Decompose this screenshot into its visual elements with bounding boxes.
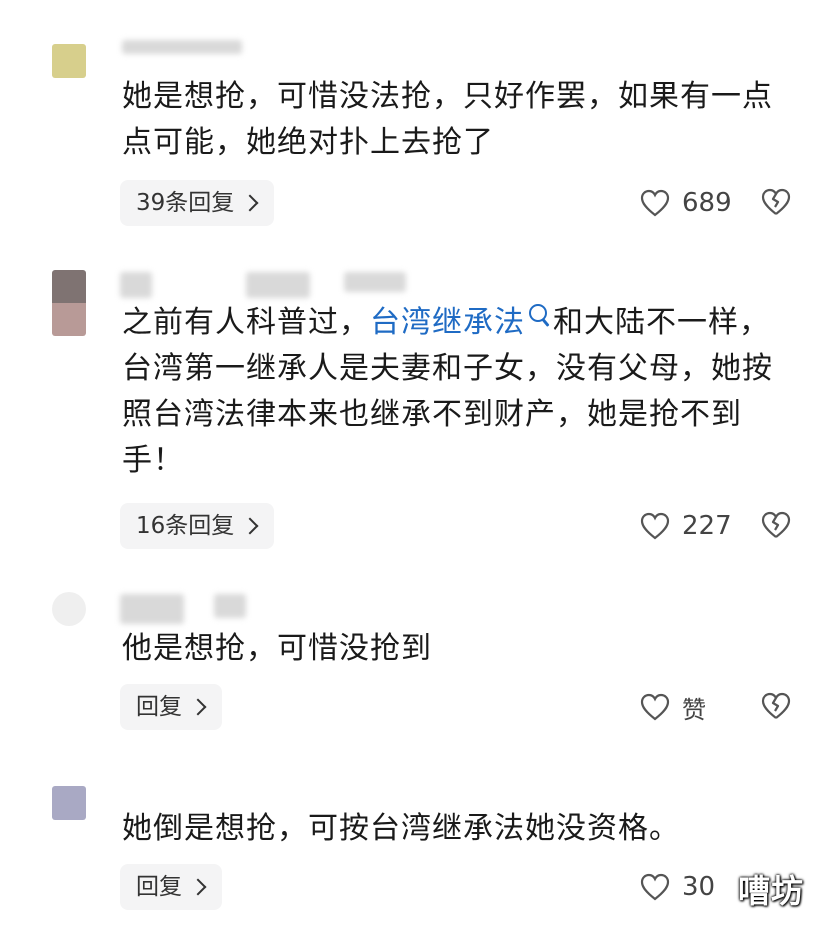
chevron-right-icon	[241, 194, 259, 212]
view-replies-button[interactable]: 39条回复	[120, 180, 275, 226]
like-button[interactable]: 227	[640, 506, 732, 546]
comment-text: 之前有人科普过，台湾继承法 和大陆不一样，台湾第一继承人是夫妻和子女，没有父母，她…	[122, 300, 782, 484]
search-icon	[529, 304, 547, 322]
username-blurred[interactable]	[122, 40, 242, 54]
heart-icon	[640, 873, 670, 901]
username-blurred[interactable]	[120, 594, 184, 624]
reply-label: 回复	[136, 874, 182, 900]
reply-label: 16条回复	[136, 513, 235, 539]
watermark: 嘈坊	[738, 872, 805, 910]
like-count: 227	[682, 511, 732, 541]
keyword-link-label: 台湾继承法	[370, 305, 525, 340]
broken-heart-icon[interactable]	[760, 691, 792, 721]
like-count: 30	[682, 872, 716, 902]
comment-text: 她倒是想抢，可按台湾继承法她没资格。	[122, 811, 680, 846]
chevron-right-icon	[241, 517, 259, 535]
avatar[interactable]	[52, 44, 86, 78]
reply-button[interactable]: 回复	[120, 684, 222, 730]
username-blurred[interactable]	[246, 272, 310, 298]
heart-icon	[640, 189, 670, 217]
heart-icon	[640, 512, 670, 540]
like-button[interactable]: 30	[640, 867, 715, 907]
comment-text: 她是想抢，可惜没法抢，只好作罢，如果有一点点可能，她绝对扑上去抢了	[122, 79, 773, 160]
reply-button[interactable]: 回复	[120, 864, 222, 910]
chevron-right-icon	[189, 698, 207, 716]
keyword-link[interactable]: 台湾继承法	[370, 304, 553, 340]
like-button[interactable]: 赞	[640, 687, 706, 727]
username-blurred[interactable]	[344, 272, 406, 292]
like-count: 赞	[682, 695, 706, 724]
heart-icon	[640, 693, 670, 721]
like-count: 689	[682, 188, 732, 218]
broken-heart-icon[interactable]	[760, 187, 792, 217]
avatar[interactable]	[52, 786, 86, 820]
avatar[interactable]	[52, 592, 86, 626]
username-blurred[interactable]	[120, 272, 152, 298]
chevron-right-icon	[189, 878, 207, 896]
reply-label: 39条回复	[136, 190, 235, 216]
view-replies-button[interactable]: 16条回复	[120, 503, 275, 549]
avatar[interactable]	[52, 270, 86, 336]
like-button[interactable]: 689	[640, 183, 732, 223]
comment-text: 他是想抢，可惜没抢到	[122, 631, 432, 666]
username-blurred[interactable]	[214, 594, 246, 618]
broken-heart-icon[interactable]	[760, 510, 792, 540]
reply-label: 回复	[136, 694, 182, 720]
comment-text-part: 之前有人科普过，	[122, 305, 370, 340]
